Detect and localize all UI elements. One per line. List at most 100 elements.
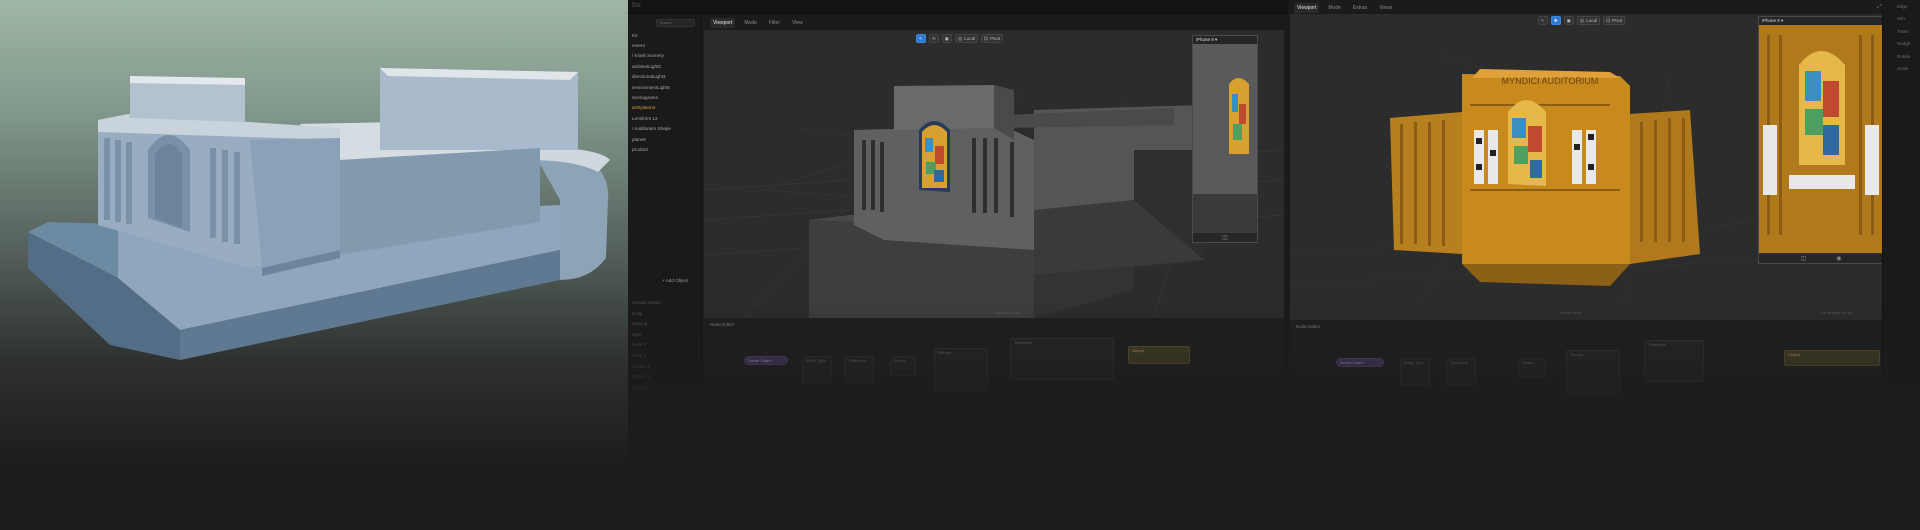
outliner-item[interactable]: plane6	[628, 134, 701, 144]
cursor-icon: ↖	[919, 35, 923, 41]
property-row[interactable]: scale Z	[632, 353, 661, 364]
side-tool-item[interactable]: Scale	[1883, 63, 1920, 76]
scale-icon: ▣	[1566, 17, 1571, 23]
viewport-caption-right: Kinect Feed	[1560, 310, 1582, 315]
side-tool-item[interactable]: Rotate	[1883, 50, 1920, 63]
pivot-icon: ⊡	[1605, 17, 1611, 24]
node-output[interactable]: Output	[1128, 346, 1190, 364]
outliner-item-label: Scenagrams	[632, 95, 658, 101]
device-selector[interactable]: iPhone 8 ▾	[1193, 36, 1257, 44]
app-menu-glyph[interactable]: Dis	[632, 3, 641, 9]
3d-viewport[interactable]: ↖ ⟲ ▣ ◎ Local ⊡ Pivot iPhone 8 ▾ ◫ Viewpor…	[704, 30, 1284, 318]
viewport-caption: Viewport Mode	[994, 310, 1021, 315]
outliner-list: Kit emero / Kiosk Scenery ambientLight3 dire…	[628, 30, 701, 155]
node-transform-2-right[interactable]: Transform	[1644, 340, 1704, 382]
node-transform[interactable]: Transform	[844, 356, 874, 384]
select-tool-button[interactable]: ↖	[916, 34, 926, 43]
property-row[interactable]: sculp	[632, 311, 661, 322]
3d-viewport-right[interactable]: MYNDICI AUDITORIUM ↖ ✥ ▣ ◎ Local ⊡ Pivot i…	[1290, 14, 1882, 320]
outliner-item[interactable]: Lensform 12	[628, 113, 701, 123]
outliner-item-label: ambientLight3	[632, 63, 661, 69]
property-row[interactable]: scale Y	[632, 342, 661, 353]
node-editor-right[interactable]: Node Editor Scene Graph Entity Type Tran…	[1290, 320, 1882, 450]
pivot-button-right[interactable]: ⊡ Pivot	[1602, 16, 1626, 25]
node-scene-graph-right[interactable]: Scene Graph	[1336, 358, 1384, 367]
property-row[interactable]: rotation Z	[632, 364, 661, 375]
outliner-item[interactable]: artSystem4	[628, 103, 701, 113]
select-tool-button-right[interactable]: ↖	[1538, 16, 1548, 25]
tab-filter[interactable]: Filter	[766, 18, 783, 28]
scale-tool-button-right[interactable]: ▣	[1563, 16, 1574, 25]
node-render-right[interactable]: Render	[1566, 350, 1620, 394]
window-titlebar: Dis	[628, 0, 1288, 14]
tab-viewport[interactable]: Viewport	[710, 17, 736, 28]
status-fps: Env quality: 60 fps	[1820, 310, 1853, 315]
outliner-item-label: Kit	[632, 32, 638, 38]
outliner-search-input[interactable]: Search	[656, 19, 695, 27]
outliner-item[interactable]: emero	[628, 40, 701, 50]
outliner-item-label: artSystem4	[632, 105, 656, 111]
tab-extras-right[interactable]: Extras	[1350, 3, 1370, 13]
device-selector-right[interactable]: iPhone 8 ▾	[1759, 17, 1882, 25]
node-editor[interactable]: Node Editor Scene Graph Entity Type Tran…	[704, 318, 1284, 450]
camera-icon[interactable]: ◫	[1222, 234, 1228, 241]
device-preview-panel[interactable]: iPhone 8 ▾ ◫	[1192, 35, 1258, 243]
add-object-button[interactable]: + Add Object	[662, 278, 688, 283]
outliner-item-label: / Kiosk Scenery	[632, 53, 664, 59]
node-shape[interactable]: Shape	[890, 356, 916, 376]
tab-mode-right[interactable]: Mode	[1325, 3, 1344, 13]
tab-view[interactable]: View	[789, 18, 806, 28]
cursor-icon: ↖	[1541, 17, 1545, 23]
node-scene-graph[interactable]: Scene Graph	[744, 356, 788, 365]
tool-side-strip: Edge Sim Trans Nudge Rotate Scale	[1882, 0, 1920, 450]
node-entity-type-right[interactable]: Entity Type	[1400, 358, 1430, 386]
outliner-item[interactable]: / Kiosk Scenery	[628, 51, 701, 61]
tab-mode[interactable]: Mode	[741, 18, 760, 28]
property-row[interactable]: Version Shape	[632, 300, 661, 311]
outliner-item[interactable]: environmentLight5	[628, 82, 701, 92]
side-tool-item[interactable]: Sim	[1883, 13, 1920, 26]
scene-outliner: Search Kit emero / Kiosk Scenery ambientLig…	[628, 14, 702, 450]
camera-icon[interactable]: ◫	[1801, 255, 1807, 262]
property-row[interactable]: layer	[632, 332, 661, 343]
outliner-item[interactable]: Kit	[628, 30, 701, 40]
side-tool-item[interactable]: Edge	[1883, 0, 1920, 13]
outliner-item-label: plane6	[632, 136, 646, 142]
outliner-item[interactable]: directionalLight3	[628, 72, 701, 82]
property-row[interactable]: spacing	[632, 321, 661, 332]
preview-footer: ◫	[1193, 233, 1257, 242]
node-render[interactable]: Render	[934, 348, 988, 392]
side-tool-item[interactable]: Nudge	[1883, 38, 1920, 51]
tab-views-right[interactable]: Views	[1376, 3, 1395, 13]
outliner-item[interactable]: / Auditorium Shape	[628, 124, 701, 134]
viewport-toolbar-right: ↖ ✥ ▣ ◎ Local ⊡ Pivot	[1538, 16, 1626, 25]
node-transform-2[interactable]: Transform	[1010, 338, 1114, 380]
outliner-item-label: emero	[632, 43, 646, 49]
property-row[interactable]: rotation X	[632, 374, 661, 385]
side-tool-item[interactable]: Trans	[1883, 25, 1920, 38]
node-entity-type[interactable]: Entity Type	[802, 356, 832, 384]
rotate-tool-button[interactable]: ⟲	[928, 34, 939, 43]
scale-tool-button[interactable]: ▣	[941, 34, 952, 43]
tab-viewport-right[interactable]: Viewport	[1294, 2, 1320, 13]
building-sign-text: MYNDICI AUDITORIUM	[1502, 76, 1599, 86]
node-output-right[interactable]: Output	[1784, 350, 1880, 366]
move-tool-button-right[interactable]: ✥	[1550, 16, 1561, 25]
pivot-button[interactable]: ⊡ Pivot	[980, 34, 1004, 43]
editor-window-outliner: Dis Search Kit emero / Kiosk Scenery ambien…	[628, 0, 1288, 450]
move-icon: ✥	[1553, 17, 1558, 23]
node-editor-title-right: Node Editor	[1296, 324, 1321, 329]
property-row[interactable]: shadows	[632, 385, 661, 396]
local-space-button[interactable]: ◎ Local	[954, 34, 978, 43]
node-transform-right[interactable]: Transform	[1446, 358, 1476, 386]
outliner-item[interactable]: pCube2	[628, 144, 701, 154]
rendered-building-model	[28, 68, 610, 360]
globe-icon: ◎	[957, 35, 963, 42]
local-space-button-right[interactable]: ◎ Local	[1576, 16, 1600, 25]
outliner-item[interactable]: Scenagrams	[628, 92, 701, 102]
node-shape-right[interactable]: Shape	[1518, 358, 1546, 378]
device-preview-panel-right[interactable]: iPhone 8 ▾ ◫ ◉	[1758, 16, 1882, 264]
outliner-item[interactable]: ambientLight3	[628, 61, 701, 71]
record-icon[interactable]: ◉	[1836, 255, 1841, 262]
properties-list: Version Shape sculp spacing layer scale Ysca…	[632, 300, 661, 395]
